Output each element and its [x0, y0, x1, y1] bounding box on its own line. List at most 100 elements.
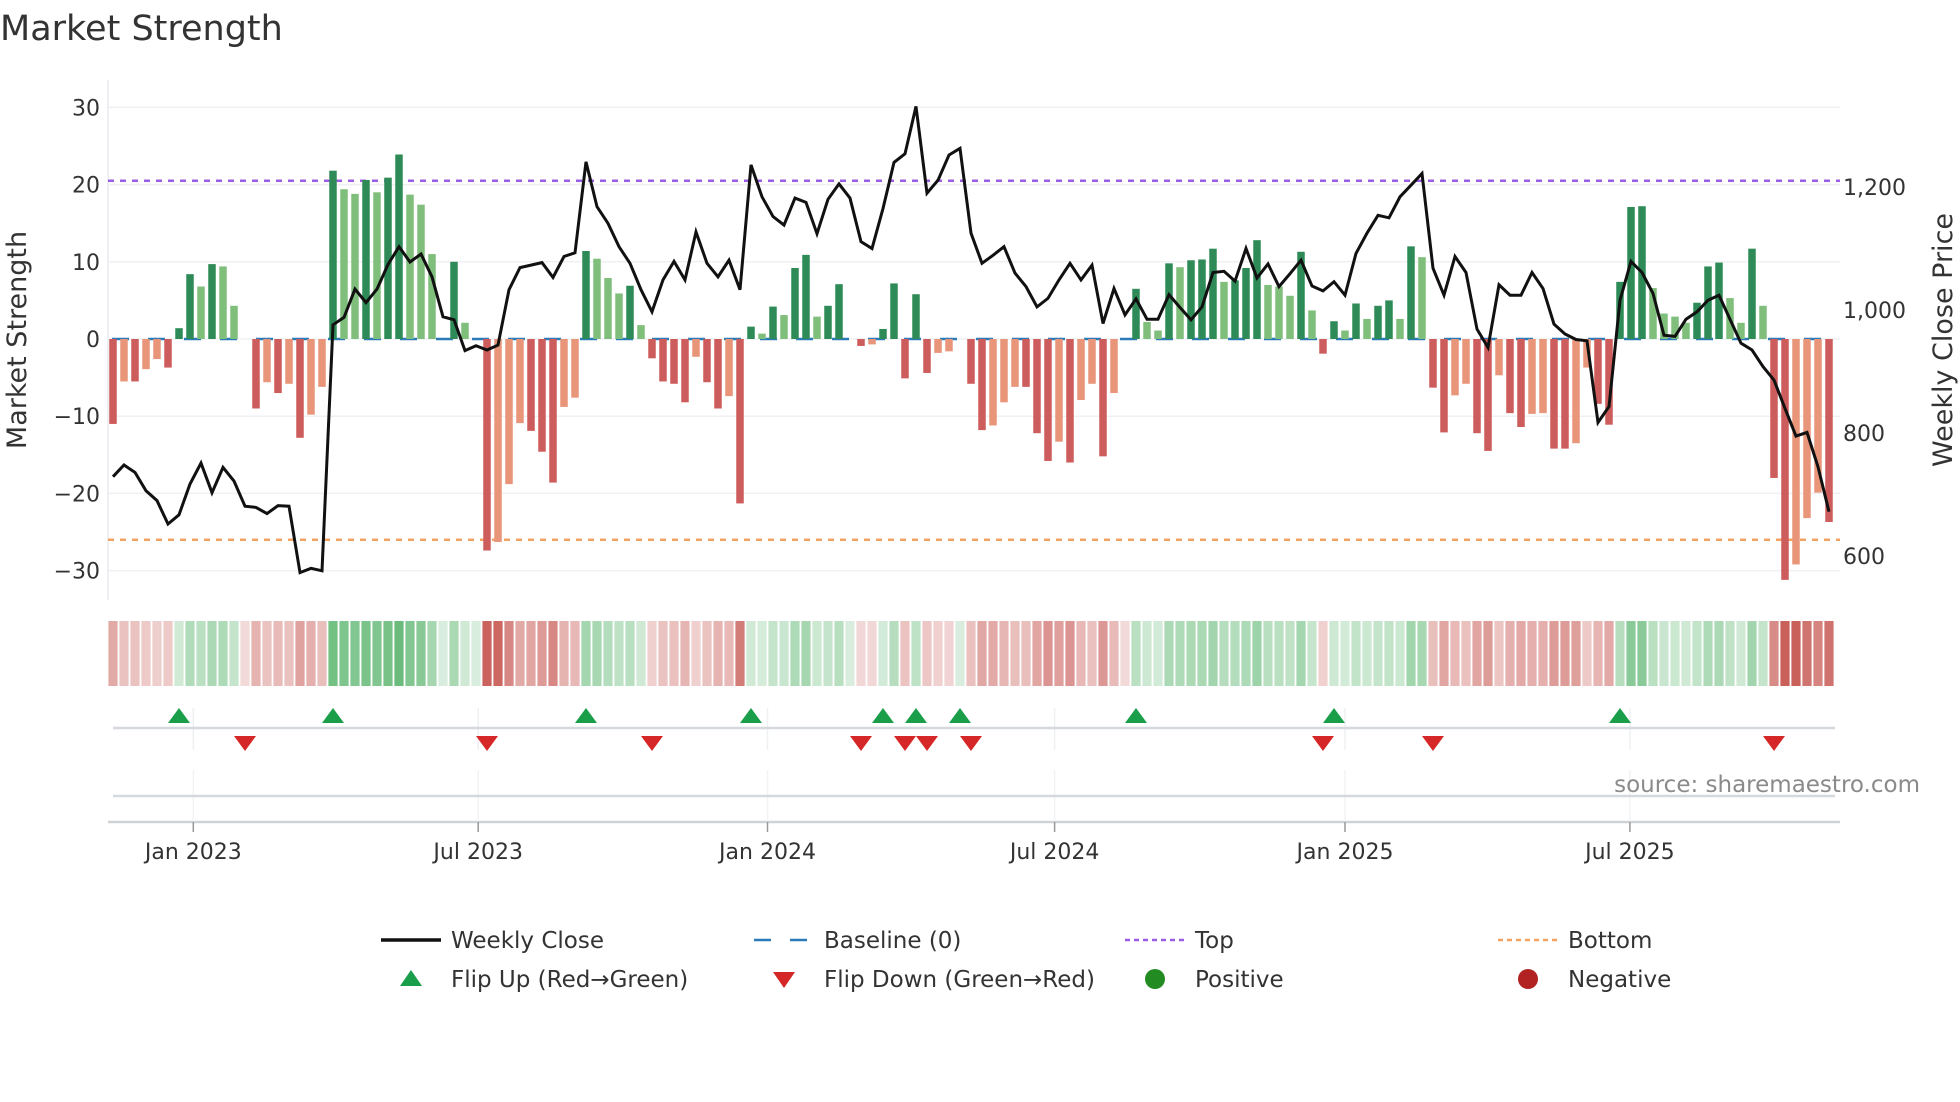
bar-positive: [813, 316, 821, 339]
strip-cell: [1340, 621, 1350, 686]
bar-negative: [1099, 339, 1107, 457]
strip-cell: [1362, 621, 1372, 686]
bar-positive: [1264, 284, 1272, 339]
strip-cell: [1516, 621, 1526, 686]
strip-cell: [801, 621, 811, 686]
bar-negative: [736, 339, 744, 504]
bar-positive: [1308, 310, 1316, 339]
flip-down-marker: [1422, 736, 1444, 751]
bar-positive: [1253, 240, 1261, 339]
strip-cell: [350, 621, 360, 686]
bar-negative: [1429, 339, 1437, 388]
flip-up-marker: [905, 708, 927, 723]
strip-cell: [1010, 621, 1020, 686]
strip-cell: [977, 621, 987, 686]
legend-item-close: Weekly Close: [381, 928, 604, 954]
strip-cell: [603, 621, 613, 686]
bar-negative: [1781, 339, 1789, 580]
bar-positive: [758, 333, 766, 339]
strip-cell: [1219, 621, 1229, 686]
strip-cell: [911, 621, 921, 686]
strip-cell: [207, 621, 217, 686]
circle-icon: [1518, 969, 1538, 989]
bar-negative: [527, 339, 535, 431]
bar-negative: [901, 339, 909, 379]
strip-cell: [1714, 621, 1724, 686]
bar-positive: [1418, 257, 1426, 339]
bar-positive: [1154, 330, 1162, 339]
bar-positive: [626, 285, 634, 339]
strip-cell: [1406, 621, 1416, 686]
strip-cell: [185, 621, 195, 686]
bar-negative: [868, 339, 876, 345]
bar-positive: [637, 325, 645, 339]
strip-cell: [1527, 621, 1537, 686]
strip-cell: [108, 621, 118, 686]
bar-negative: [934, 339, 942, 353]
bar-positive: [428, 254, 436, 339]
bar-positive: [582, 250, 590, 339]
bar-positive: [879, 328, 887, 339]
legend: Weekly Close Baseline (0) Top Bottom Flip Up…: [381, 928, 1671, 993]
legend-label: Top: [1194, 928, 1234, 954]
bar-positive: [373, 192, 381, 339]
bar-negative: [857, 339, 865, 346]
flip-down-marker: [960, 736, 982, 751]
bar-negative: [1561, 339, 1569, 449]
bar-negative: [538, 339, 546, 452]
strip-cell: [1747, 621, 1757, 686]
strip-cell: [1417, 621, 1427, 686]
bar-positive: [219, 266, 227, 339]
strip-cell: [581, 621, 591, 686]
bar-positive: [1187, 260, 1195, 339]
bar-negative: [1022, 339, 1030, 387]
y2-tick-label: 1,000: [1843, 299, 1906, 324]
strip-cell: [1230, 621, 1240, 686]
legend-item-positive: Positive: [1145, 967, 1284, 993]
strip-cell: [955, 621, 965, 686]
strip-cell: [1054, 621, 1064, 686]
legend-item-negative: Negative: [1518, 967, 1671, 993]
y2-tick-label: 1,200: [1843, 176, 1906, 201]
bar-positive: [1209, 248, 1217, 339]
strip-cell: [1043, 621, 1053, 686]
strip-cell: [1274, 621, 1284, 686]
strip-cell: [295, 621, 305, 686]
bar-negative: [131, 339, 139, 382]
strip-cell: [570, 621, 580, 686]
legend-label: Negative: [1568, 967, 1671, 993]
bar-positive: [417, 204, 425, 339]
bar-positive: [835, 284, 843, 339]
bar-negative: [252, 339, 260, 409]
strip-cell: [1560, 621, 1570, 686]
strip-cell: [1252, 621, 1262, 686]
legend-label: Flip Up (Red→Green): [451, 967, 688, 993]
bar-negative: [703, 339, 711, 383]
strip-cell: [493, 621, 503, 686]
strip-cell: [823, 621, 833, 686]
strip-cell: [1670, 621, 1680, 686]
strip-cell: [1263, 621, 1273, 686]
bar-positive: [1748, 248, 1756, 339]
strip-cell: [1648, 621, 1658, 686]
bar-positive: [406, 194, 414, 339]
strip-cell: [900, 621, 910, 686]
strip-cell: [1109, 621, 1119, 686]
circle-icon: [1145, 969, 1165, 989]
strip-cell: [1615, 621, 1625, 686]
strip-cell: [1736, 621, 1746, 686]
strip-cell: [1769, 621, 1779, 686]
bar-positive: [1407, 246, 1415, 339]
strip-cell: [328, 621, 338, 686]
bar-positive: [1220, 281, 1228, 339]
strip-cell: [460, 621, 470, 686]
flip-up-marker: [1323, 708, 1345, 723]
legend-item-bottom: Bottom: [1498, 928, 1652, 954]
strength-heat-strip: [108, 621, 1834, 686]
strip-cell: [724, 621, 734, 686]
bar-positive: [747, 326, 755, 339]
strip-cell: [1285, 621, 1295, 686]
bar-negative: [1011, 339, 1019, 387]
strip-cell: [1307, 621, 1317, 686]
strip-cell: [746, 621, 756, 686]
